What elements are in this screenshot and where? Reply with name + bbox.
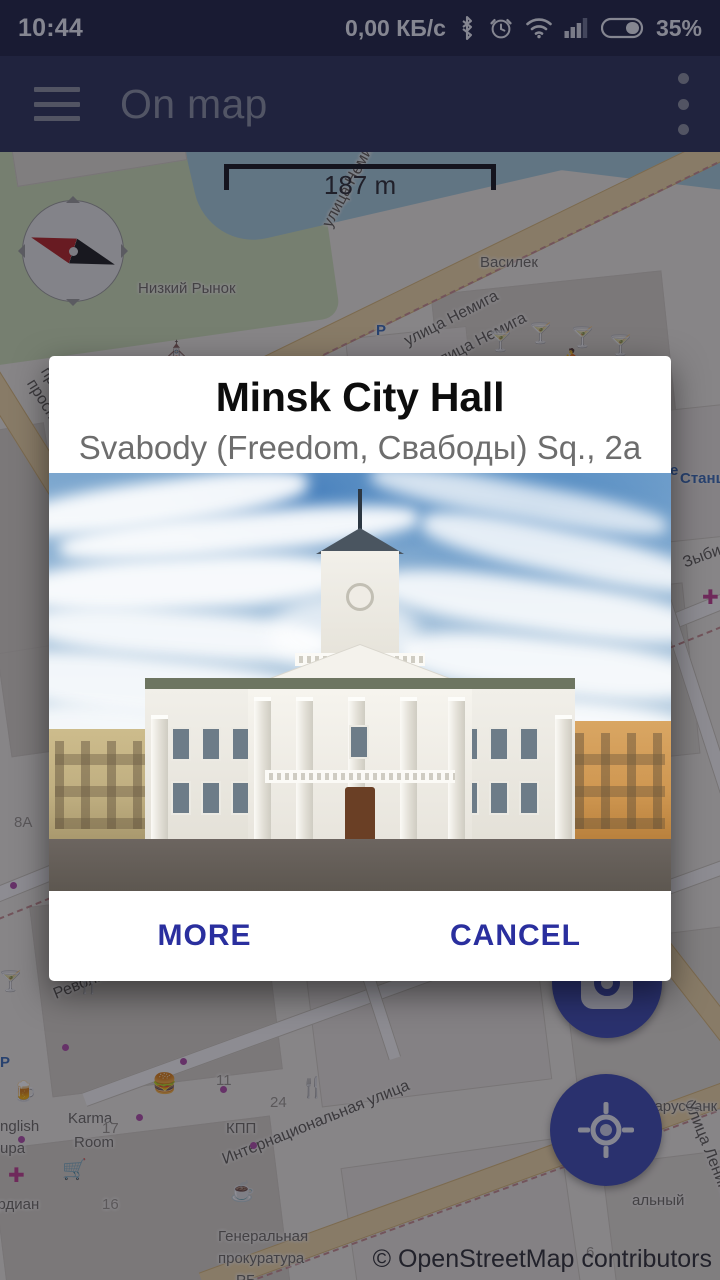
place-info-dialog: Minsk City Hall Svabody (Freedom, Свабод…	[49, 356, 671, 981]
app-screen: 10:44 0,00 КБ/с 35% On map проспект Низк…	[0, 0, 720, 1280]
place-photo	[49, 473, 671, 891]
dialog-subtitle: Svabody (Freedom, Свабоды) Sq., 2a	[78, 429, 642, 466]
dialog-actions: MORE CANCEL	[49, 891, 671, 981]
more-button[interactable]: MORE	[49, 919, 360, 953]
photo-square-pavement	[49, 839, 671, 891]
dialog-title: Minsk City Hall	[215, 374, 505, 420]
photo-city-hall	[145, 489, 575, 839]
cancel-button[interactable]: CANCEL	[360, 919, 671, 953]
